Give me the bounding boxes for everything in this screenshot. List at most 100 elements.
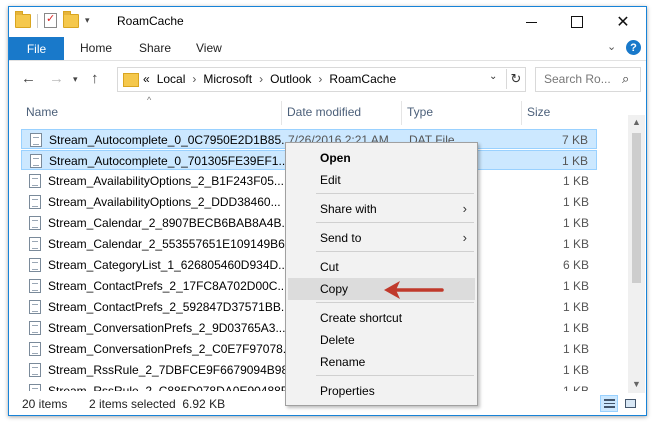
column-divider[interactable] <box>281 101 282 125</box>
menu-item-open[interactable]: Open <box>288 147 475 169</box>
file-size: 1 KB <box>562 279 589 293</box>
address-bar[interactable]: « Local › Microsoft › Outlook › RoamCach… <box>117 67 526 92</box>
annotation-arrow-icon <box>384 281 444 299</box>
menu-item-send-to[interactable]: Send to › <box>288 227 475 249</box>
column-type[interactable]: Type <box>407 105 433 119</box>
details-view-button[interactable] <box>600 395 618 412</box>
back-arrow-icon[interactable]: ← <box>21 70 36 87</box>
menu-separator <box>316 375 474 376</box>
file-size: 1 KB <box>562 237 589 251</box>
file-icon <box>30 133 42 147</box>
menu-item-create-shortcut[interactable]: Create shortcut <box>288 307 475 329</box>
vertical-scrollbar[interactable]: ▲ ▼ <box>628 115 645 393</box>
menu-item-cut[interactable]: Cut <box>288 256 475 278</box>
file-icon <box>29 237 41 251</box>
forward-arrow-icon[interactable]: → <box>49 70 64 87</box>
file-name: Stream_AvailabilityOptions_2_B1F243F05..… <box>48 174 284 188</box>
column-divider[interactable] <box>521 101 522 125</box>
item-count: 20 items <box>22 397 68 411</box>
breadcrumb-outlook[interactable]: Outlook <box>270 72 311 86</box>
details-view-icon <box>603 399 615 408</box>
close-icon: ✕ <box>616 14 630 31</box>
breadcrumb-overflow[interactable]: « <box>143 72 150 86</box>
tab-share[interactable]: Share <box>139 41 171 55</box>
menu-item-label: Share with <box>320 202 377 216</box>
file-size: 1 KB <box>562 174 589 188</box>
menu-item-properties[interactable]: Properties <box>288 380 475 402</box>
breadcrumb-roamcache[interactable]: RoamCache <box>329 72 396 86</box>
file-size: 7 KB <box>561 133 588 147</box>
file-name: Stream_ConversationPrefs_2_C0E7F97078... <box>48 342 293 356</box>
file-icon <box>29 342 41 356</box>
file-size: 1 KB <box>562 363 589 377</box>
tab-view[interactable]: View <box>196 41 222 55</box>
chevron-right-icon[interactable]: › <box>192 72 196 86</box>
file-size: 1 KB <box>562 216 589 230</box>
chevron-right-icon[interactable]: › <box>259 72 263 86</box>
file-size: 1 KB <box>562 300 589 314</box>
file-name: Stream_ContactPrefs_2_592847D37571BB... <box>48 300 291 314</box>
column-date-modified[interactable]: Date modified <box>287 105 361 119</box>
chevron-right-icon[interactable]: › <box>318 72 322 86</box>
file-icon <box>29 384 41 391</box>
column-header: ^ Name Date modified Type Size <box>9 95 646 127</box>
tab-file[interactable]: File <box>9 37 64 60</box>
menu-item-label: Copy <box>320 282 349 296</box>
menu-item-label: Rename <box>320 355 366 369</box>
quick-access-toolbar: ▾ <box>15 10 90 28</box>
file-name: Stream_RssRule_2_C885D078DA0E90488F... <box>48 384 297 391</box>
column-name[interactable]: Name <box>26 105 58 119</box>
expand-ribbon-icon[interactable]: ⌄ <box>607 40 616 53</box>
help-icon[interactable]: ? <box>626 40 641 55</box>
file-name: Stream_CategoryList_1_626805460D934D... <box>48 258 289 272</box>
refresh-icon[interactable]: ↻ <box>506 69 525 89</box>
menu-separator <box>316 222 474 223</box>
large-icons-view-button[interactable] <box>621 395 639 412</box>
breadcrumb-local[interactable]: Local <box>157 72 186 86</box>
ribbon-tabs: File Home Share View ⌄ ? <box>9 37 646 61</box>
file-icon <box>29 321 41 335</box>
file-name: Stream_Autocomplete_0_701305FE39EF1... <box>49 154 289 168</box>
new-folder-icon[interactable] <box>63 10 79 28</box>
file-icon <box>30 154 42 168</box>
submenu-arrow-icon: › <box>462 201 467 216</box>
qat-divider <box>37 13 38 28</box>
menu-item-label: Create shortcut <box>320 311 403 325</box>
menu-item-rename[interactable]: Rename <box>288 351 475 373</box>
up-arrow-icon[interactable]: ↑ <box>91 70 99 87</box>
properties-icon[interactable] <box>44 12 57 28</box>
menu-item-share-with[interactable]: Share with › <box>288 198 475 220</box>
file-size: 1 KB <box>562 342 589 356</box>
scrollbar-thumb[interactable] <box>632 133 641 283</box>
close-button[interactable]: ✕ <box>600 7 646 37</box>
scroll-up-icon[interactable]: ▲ <box>632 117 641 127</box>
search-icon[interactable]: ⌕ <box>622 71 629 87</box>
file-size: 1 KB <box>562 195 589 209</box>
address-folder-icon <box>123 73 139 87</box>
customize-qat-icon[interactable]: ▾ <box>85 15 90 26</box>
search-input[interactable]: Search Ro... ⌕ <box>535 67 641 92</box>
column-size[interactable]: Size <box>527 105 550 119</box>
file-size: 1 KB <box>561 154 588 168</box>
file-size: 1 KB <box>562 321 589 335</box>
menu-item-delete[interactable]: Delete <box>288 329 475 351</box>
maximize-button[interactable] <box>554 7 600 37</box>
menu-item-edit[interactable]: Edit <box>288 169 475 191</box>
scroll-down-icon[interactable]: ▼ <box>632 379 641 389</box>
tab-home[interactable]: Home <box>80 41 112 55</box>
title-bar: ▾ RoamCache ✕ <box>9 7 646 37</box>
window-title: RoamCache <box>117 14 184 28</box>
file-icon <box>29 174 41 188</box>
file-icon <box>29 279 41 293</box>
file-icon <box>29 300 41 314</box>
file-icon <box>29 363 41 377</box>
chevron-down-icon[interactable]: ⌄ <box>489 71 497 82</box>
recent-locations-icon[interactable]: ▾ <box>73 74 78 85</box>
menu-item-label: Send to <box>320 231 362 245</box>
minimize-button[interactable] <box>508 7 554 37</box>
selection-info: 2 items selected 6.92 KB <box>89 397 226 411</box>
file-size: 6 KB <box>562 258 589 272</box>
file-name: Stream_AvailabilityOptions_2_DDD38460... <box>48 195 281 209</box>
breadcrumb-microsoft[interactable]: Microsoft <box>203 72 252 86</box>
column-divider[interactable] <box>401 101 402 125</box>
